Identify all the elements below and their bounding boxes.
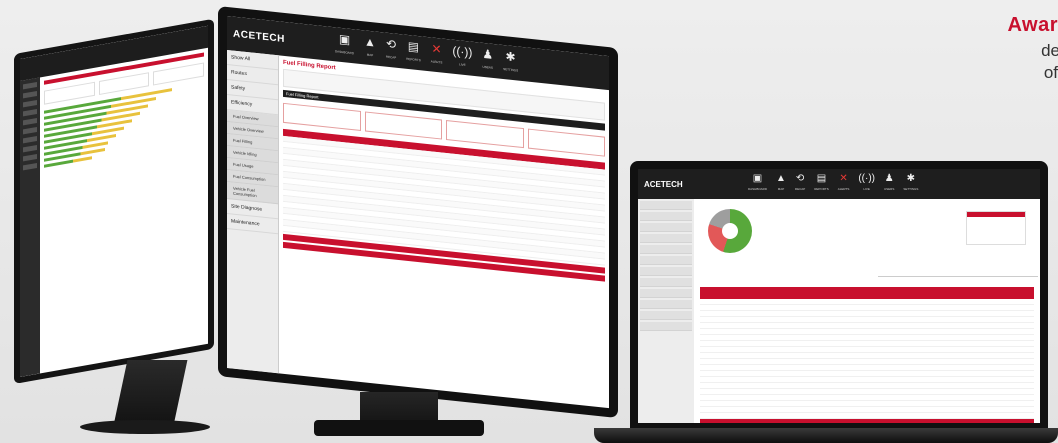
- map-icon-glyph: ▲: [364, 33, 376, 50]
- center-main-panel: Fuel Filling Report Fuel Filling Report: [283, 60, 605, 404]
- reports-icon-label: REPORTS: [406, 56, 421, 62]
- left-monitor-screen: [20, 25, 208, 377]
- settings-icon-glyph: ✱: [505, 48, 516, 64]
- settings-icon[interactable]: ✱ SETTINGS: [903, 174, 918, 194]
- left-monitor-base: [80, 420, 210, 434]
- alert-icon[interactable]: ✕ ALERTS: [838, 174, 850, 194]
- map-icon[interactable]: ▲ MAP: [364, 33, 376, 61]
- headline: Awar de of: [1007, 14, 1058, 83]
- laptop-screen: ACETECH ▣ DASHBOARD ▲ MAP ⟲ RECAP ▤ REPORTS ✕ ALE…: [638, 169, 1040, 423]
- map-icon-label: MAP: [366, 52, 374, 57]
- users-icon[interactable]: ♟ USERS: [884, 174, 894, 194]
- left-monitor-content: [44, 52, 205, 368]
- laptop: ACETECH ▣ DASHBOARD ▲ MAP ⟲ RECAP ▤ REPORTS ✕ ALE…: [630, 161, 1048, 431]
- search-input[interactable]: [878, 271, 1038, 277]
- app-logo: ACETECH: [233, 28, 285, 45]
- center-monitor-base: [314, 420, 484, 436]
- signal-icon-label: LIVE: [459, 61, 466, 67]
- signal-icon-label: LIVE: [863, 187, 870, 191]
- history-icon-glyph: ⟲: [386, 36, 397, 52]
- history-icon-glyph: ⟲: [795, 173, 805, 184]
- alert-icon-glyph: ✕: [431, 40, 442, 56]
- laptop-table: [700, 287, 1034, 423]
- users-icon-label: USERS: [884, 187, 895, 191]
- laptop-base: [594, 428, 1058, 443]
- signal-icon[interactable]: ((·)) LIVE: [452, 43, 473, 71]
- signal-icon-glyph: ((·)): [452, 43, 473, 60]
- settings-icon-glyph: ✱: [906, 173, 916, 184]
- laptop-app-logo: ACETECH: [644, 179, 683, 189]
- alert-icon-label: ALERTS: [837, 187, 850, 191]
- center-monitor: ACETECH ▣ DASHBOARD ▲ MAP ⟲ RECAP ▤ REPORTS ✕ ALE…: [218, 6, 618, 419]
- reports-icon-label: REPORTS: [814, 187, 829, 191]
- reports-icon[interactable]: ▤ REPORTS: [406, 38, 421, 66]
- users-icon-glyph: ♟: [482, 46, 494, 62]
- status-donut-chart: [708, 209, 752, 253]
- dashboard-icon-label: DASHBOARD: [748, 187, 768, 191]
- reports-icon-glyph: ▤: [816, 173, 827, 184]
- dashboard-icon-glyph: ▣: [338, 31, 351, 47]
- users-icon[interactable]: ♟ USERS: [482, 46, 494, 73]
- laptop-top-bar: ACETECH ▣ DASHBOARD ▲ MAP ⟲ RECAP ▤ REPORTS ✕ ALE…: [638, 169, 1040, 199]
- headline-title: Awar: [1007, 14, 1058, 36]
- laptop-sidebar: [638, 199, 694, 423]
- report-table: [283, 128, 605, 282]
- users-icon-glyph: ♟: [884, 173, 894, 184]
- info-panel: [966, 211, 1026, 245]
- center-sidebar: Show All Routes Safety Efficiency Fuel Overv…: [227, 49, 279, 374]
- map-icon-glyph: ▲: [776, 173, 786, 184]
- history-icon[interactable]: ⟲ RECAP: [795, 174, 805, 194]
- headline-line-3: of: [1043, 63, 1058, 82]
- dashboard-icon[interactable]: ▣ DASHBOARD: [335, 31, 355, 59]
- signal-icon[interactable]: ((·)) LIVE: [858, 174, 875, 194]
- settings-icon[interactable]: ✱ SETTINGS: [503, 49, 518, 76]
- users-icon-label: USERS: [482, 64, 493, 70]
- dashboard-icon-glyph: ▣: [752, 173, 763, 184]
- map-icon-label: MAP: [777, 187, 785, 191]
- left-monitor-sidebar: [20, 77, 40, 377]
- alert-icon-label: ALERTS: [430, 58, 443, 65]
- history-icon-label: RECAP: [794, 187, 806, 191]
- laptop-main-panel: [698, 203, 1038, 423]
- settings-icon-label: SETTINGS: [903, 187, 919, 191]
- signal-icon-glyph: ((·)): [858, 173, 875, 184]
- reports-icon[interactable]: ▤ REPORTS: [814, 174, 828, 194]
- alert-icon-glyph: ✕: [839, 173, 848, 184]
- alert-icon[interactable]: ✕ ALERTS: [430, 40, 443, 68]
- headline-line-2: de: [1041, 41, 1058, 60]
- dashboard-icon[interactable]: ▣ DASHBOARD: [748, 174, 767, 194]
- left-monitor: [14, 18, 214, 384]
- laptop-nav-icons: ▣ DASHBOARD ▲ MAP ⟲ RECAP ▤ REPORTS ✕ ALERTS ((·))…: [748, 174, 918, 194]
- history-icon[interactable]: ⟲ RECAP: [385, 36, 397, 63]
- history-icon-label: RECAP: [385, 54, 397, 60]
- settings-icon-label: SETTINGS: [503, 66, 519, 73]
- center-monitor-screen: ACETECH ▣ DASHBOARD ▲ MAP ⟲ RECAP ▤ REPORTS ✕ ALE…: [227, 15, 609, 409]
- reports-icon-glyph: ▤: [407, 38, 420, 54]
- map-icon[interactable]: ▲ MAP: [776, 174, 786, 194]
- dashboard-icon-label: DASHBOARD: [335, 48, 355, 55]
